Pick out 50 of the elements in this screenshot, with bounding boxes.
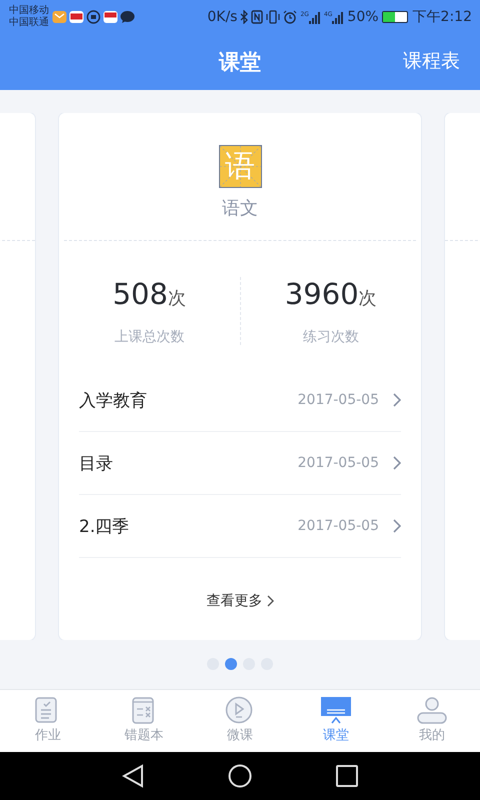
news-app-icon [69, 10, 84, 24]
nfc-icon [251, 10, 264, 24]
battery-icon [382, 11, 408, 23]
mail-icon [52, 10, 67, 24]
back-icon[interactable] [122, 764, 144, 788]
tab-item[interactable]: 课堂 [288, 690, 384, 752]
tab-item[interactable]: 错题本 [96, 690, 192, 752]
bluetooth-icon [240, 10, 248, 24]
chevron-right-icon [266, 595, 274, 607]
lesson-title: 2.四季 [79, 516, 130, 538]
page-title: 课堂 [219, 49, 261, 76]
lesson-date: 2017-05-05 [298, 455, 379, 471]
signal-icon [332, 10, 344, 24]
recents-icon[interactable] [336, 765, 358, 787]
schedule-link[interactable]: 课程表 [403, 48, 460, 74]
stat-value: 508次 [112, 277, 186, 313]
stat-label: 练习次数 [302, 328, 359, 346]
carrier-name: 中国移动 [9, 5, 49, 16]
lesson-date: 2017-05-05 [298, 392, 379, 408]
screen-icon [321, 696, 351, 724]
battery-percent: 50% [347, 9, 379, 25]
lesson-title: 目录 [79, 452, 113, 474]
stat-label: 上课总次数 [114, 328, 184, 346]
tab-item[interactable]: 作业 [0, 690, 96, 752]
home-icon[interactable] [228, 764, 252, 788]
page-dot[interactable] [225, 658, 237, 670]
view-more-link[interactable]: 查看更多 [206, 592, 274, 610]
alarm-icon [283, 10, 298, 24]
subject-name: 语文 [222, 197, 258, 220]
chat-icon [120, 10, 135, 24]
clock: 下午2:12 [412, 8, 472, 26]
lesson-date: 2017-05-05 [298, 518, 379, 534]
network-speed: 0K/s [207, 9, 238, 25]
carrier-name: 中国联通 [9, 17, 49, 29]
vibrate-icon [266, 10, 280, 24]
tab-item[interactable]: 微课 [192, 690, 288, 752]
stat-value: 3960次 [284, 277, 377, 313]
play-icon [225, 696, 255, 724]
lesson-title: 入学教育 [79, 390, 147, 412]
lesson-row[interactable]: 2.四季 2017-05-05 [79, 495, 401, 558]
subject-icon: 语 [218, 145, 262, 188]
lesson-row[interactable]: 目录 2017-05-05 [79, 432, 401, 495]
chevron-right-icon [393, 519, 401, 533]
lesson-row[interactable]: 入学教育 2017-05-05 [79, 369, 401, 432]
tab-item[interactable]: 我的 [384, 690, 480, 752]
signal-icon [308, 10, 321, 24]
shop-app-icon [103, 10, 118, 24]
person-icon [417, 696, 447, 724]
chevron-right-icon [393, 456, 401, 470]
chevron-right-icon [393, 393, 401, 407]
